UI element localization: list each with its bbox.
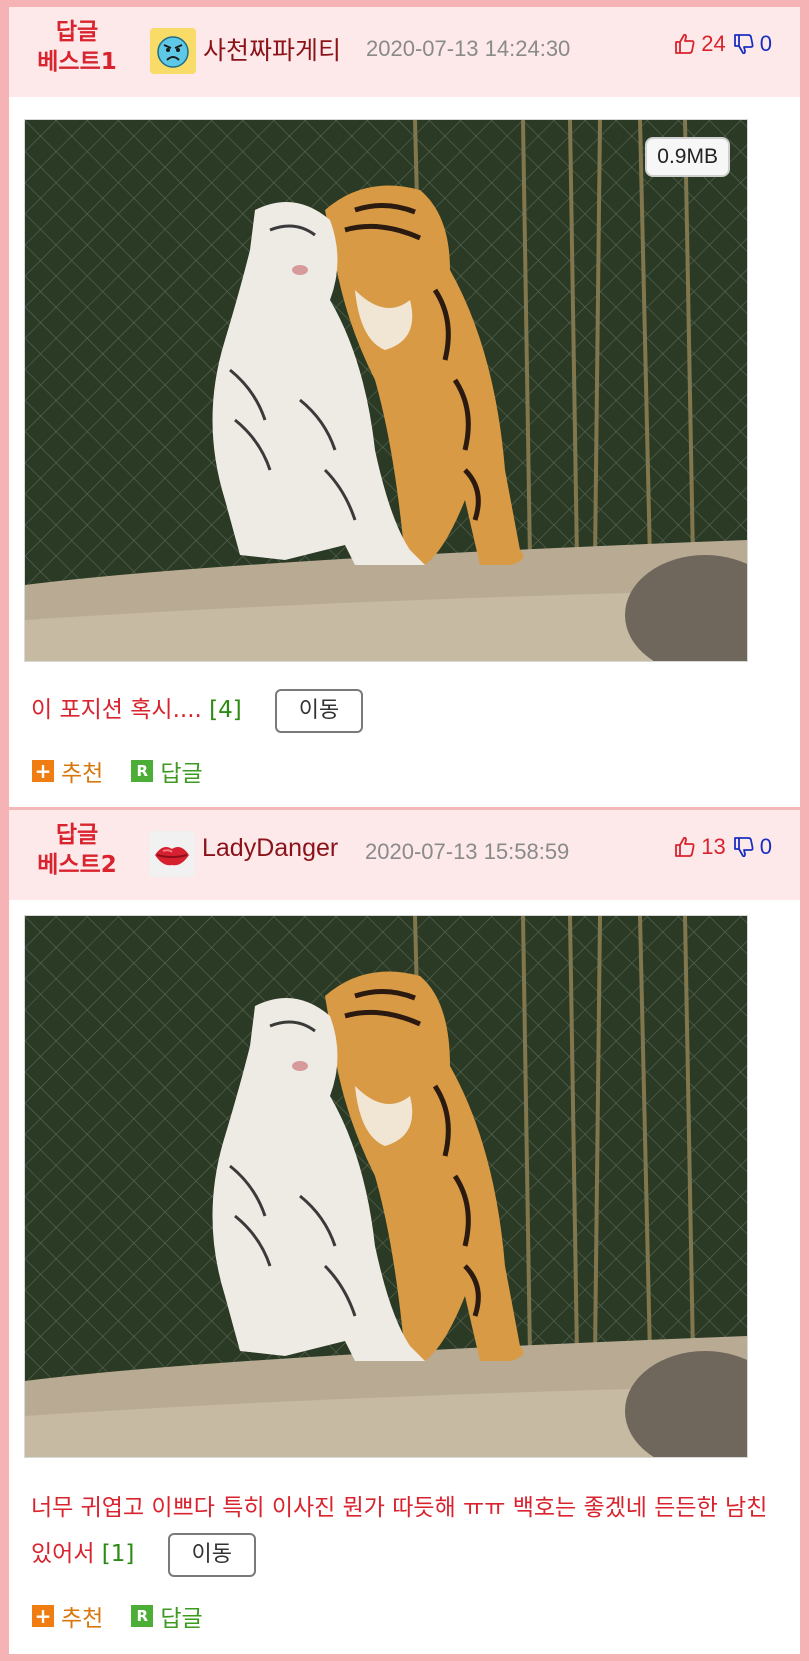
- dislike-count: 0: [759, 31, 772, 56]
- plus-icon: +: [32, 1605, 54, 1627]
- attached-photo[interactable]: 0.9MB: [24, 119, 748, 662]
- best-reply-2: 답글 베스트2 LadyDanger 2020-07-13 15:58:59 1…: [9, 810, 800, 1654]
- like-count: 13: [701, 834, 726, 859]
- reply-label: 답글: [160, 1606, 203, 1632]
- vote-counter: 24 0: [673, 31, 772, 57]
- best-reply-1: 답글 베스트1 사천짜파게티 2020-07-13 14:24:30 24 0 …: [9, 7, 800, 807]
- reply-r-icon: R: [131, 760, 154, 782]
- comment-body: 너무 귀엽고 이쁘다 특히 이사진 뭔가 따듯해 ㅠㅠ 백호는 좋겠네 든든한 …: [31, 1495, 768, 1567]
- tigers-photo: [25, 916, 747, 1457]
- reply-actions: + 추천 R 답글: [32, 754, 231, 788]
- best-badge-line2: 베스트2: [37, 852, 117, 878]
- image-size-badge: 0.9MB: [645, 137, 730, 177]
- reply-count[interactable]: [4]: [209, 697, 242, 723]
- comment-text: 너무 귀엽고 이쁘다 특히 이사진 뭔가 따듯해 ㅠㅠ 백호는 좋겠네 든든한 …: [31, 1485, 786, 1577]
- reply-r-icon: R: [131, 1605, 154, 1627]
- reply-actions: + 추천 R 답글: [32, 1599, 231, 1633]
- best-badge-line1: 답글: [55, 822, 99, 848]
- best-badge-line2: 베스트1: [37, 49, 117, 75]
- recommend-button[interactable]: + 추천: [32, 754, 103, 788]
- post-datetime: 2020-07-13 14:24:30: [366, 36, 571, 61]
- comment-list: 답글 베스트1 사천짜파게티 2020-07-13 14:24:30 24 0 …: [9, 7, 800, 1654]
- recommend-button[interactable]: + 추천: [32, 1599, 103, 1633]
- reply-count[interactable]: [1]: [102, 1541, 135, 1567]
- reply-button[interactable]: R 답글: [131, 1599, 203, 1633]
- move-button[interactable]: 이동: [275, 688, 364, 733]
- best-badge-line1: 답글: [55, 19, 99, 45]
- recommend-label: 추천: [61, 761, 104, 787]
- thumbs-up-icon[interactable]: [673, 835, 697, 859]
- tigers-photo: [25, 120, 747, 661]
- thumbs-down-icon[interactable]: [732, 835, 756, 859]
- avatar[interactable]: [150, 28, 196, 74]
- recommend-label: 추천: [61, 1606, 104, 1632]
- comment-text: 이 포지션 혹시.... [4] 이동: [31, 687, 786, 733]
- best-badge: 답글 베스트2: [27, 820, 127, 880]
- reply-label: 답글: [160, 761, 203, 787]
- vote-counter: 13 0: [673, 834, 772, 860]
- avatar[interactable]: [149, 831, 195, 877]
- reply-header: 답글 베스트2 LadyDanger 2020-07-13 15:58:59 1…: [9, 810, 800, 900]
- lips-emoji-icon: [149, 831, 195, 877]
- like-count: 24: [701, 31, 726, 56]
- post-datetime: 2020-07-13 15:58:59: [365, 839, 570, 864]
- reply-button[interactable]: R 답글: [131, 754, 203, 788]
- comment-body: 이 포지션 혹시....: [31, 697, 202, 723]
- attached-photo[interactable]: [24, 915, 748, 1458]
- dislike-count: 0: [759, 834, 772, 859]
- move-button[interactable]: 이동: [167, 1532, 256, 1577]
- thumbs-up-icon[interactable]: [673, 32, 697, 56]
- thumbs-down-icon[interactable]: [732, 32, 756, 56]
- angry-face-emoji-icon: [150, 28, 196, 74]
- plus-icon: +: [32, 760, 54, 782]
- best-badge: 답글 베스트1: [27, 17, 127, 77]
- reply-header: 답글 베스트1 사천짜파게티 2020-07-13 14:24:30 24 0: [9, 7, 800, 97]
- nickname[interactable]: 사천짜파게티: [203, 31, 341, 67]
- nickname[interactable]: LadyDanger: [202, 834, 338, 863]
